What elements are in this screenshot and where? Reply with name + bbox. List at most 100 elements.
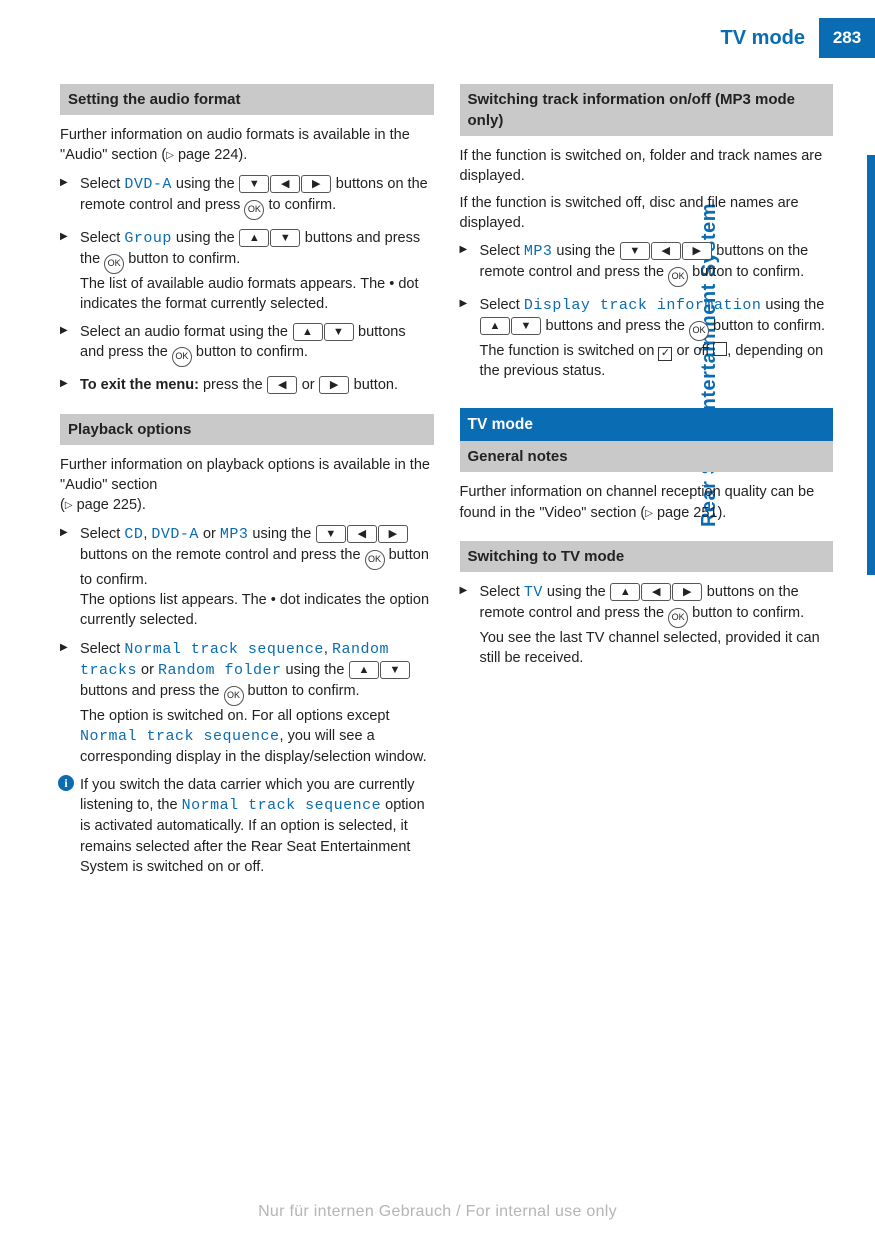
right-icon: ▶: [378, 525, 408, 543]
text: button.: [350, 377, 398, 393]
step-item: Select TV using the ▲◀▶ buttons on the r…: [460, 582, 834, 669]
step-list: Select CD, DVD-A or MP3 using the ▼◀▶ bu…: [60, 524, 434, 878]
info-item: If you switch the data carrier which you…: [60, 775, 434, 877]
text: The option is switched on. For all optio…: [80, 708, 390, 724]
text: buttons on the remote control and press …: [80, 547, 365, 563]
right-icon: ▶: [319, 376, 349, 394]
menu-term: MP3: [524, 243, 553, 260]
side-tab-bar: [867, 155, 875, 575]
menu-term: CD: [124, 526, 143, 543]
text: The options list appears. The: [80, 592, 271, 608]
menu-term: MP3: [220, 526, 249, 543]
right-icon: ▶: [672, 583, 702, 601]
ok-icon: OK: [668, 267, 688, 287]
left-icon: ◀: [347, 525, 377, 543]
heading-switch-tv: Switching to TV mode: [460, 541, 834, 572]
paragraph: If the function is switched on, folder a…: [460, 146, 834, 187]
paragraph: If the function is switched off, disc an…: [460, 193, 834, 234]
text: Select: [80, 176, 124, 192]
text: Select: [80, 230, 124, 246]
content-columns: Setting the audio format Further informa…: [60, 80, 833, 885]
down-icon: ▼: [316, 525, 346, 543]
text: button to confirm.: [192, 344, 308, 360]
menu-term: TV: [524, 584, 543, 601]
step-item: Select CD, DVD-A or MP3 using the ▼◀▶ bu…: [60, 524, 434, 631]
paragraph: Further information on channel reception…: [460, 482, 834, 523]
text: button to confirm.: [688, 264, 804, 280]
text: or: [199, 526, 220, 542]
text: or: [137, 662, 158, 678]
ok-icon: OK: [668, 608, 688, 628]
text-bold: To exit the menu:: [80, 377, 199, 393]
down-icon: ▼: [324, 323, 354, 341]
heading-track-info: Switching track information on/off (MP3 …: [460, 84, 834, 136]
step-list: Select TV using the ▲◀▶ buttons on the r…: [460, 582, 834, 669]
text: using the: [552, 243, 619, 259]
text: buttons and press the: [542, 318, 690, 334]
text: Select an audio format using the: [80, 324, 292, 340]
left-icon: ◀: [641, 583, 671, 601]
text: Select: [80, 641, 124, 657]
up-icon: ▲: [480, 317, 510, 335]
text: or: [298, 377, 319, 393]
text: You see the last TV channel selected, pr…: [480, 630, 820, 666]
step-item: Select Group using the ▲▼ buttons and pr…: [60, 228, 434, 315]
text: button to confirm.: [124, 251, 240, 267]
ok-icon: OK: [689, 321, 709, 341]
text: The list of available audio formats appe…: [80, 276, 389, 292]
heading-tv-mode: TV mode: [460, 408, 834, 442]
watermark-text: Nur für internen Gebrauch / For internal…: [0, 1201, 875, 1223]
text: button to confirm.: [688, 605, 804, 621]
text: using the: [172, 176, 239, 192]
text: buttons and press the: [80, 683, 224, 699]
down-icon: ▼: [239, 175, 269, 193]
text: using the: [248, 526, 315, 542]
right-icon: ▶: [682, 242, 712, 260]
page-ref-icon: [65, 497, 73, 513]
text: using the: [761, 297, 824, 313]
step-item: Select Normal track sequence, Random tra…: [60, 639, 434, 768]
text: The function is switched on: [480, 343, 659, 359]
menu-term: Random folder: [158, 662, 282, 679]
header-title: TV mode: [721, 18, 819, 58]
ok-icon: OK: [104, 254, 124, 274]
ok-icon: OK: [365, 550, 385, 570]
left-icon: ◀: [267, 376, 297, 394]
text: Select: [480, 584, 524, 600]
text: button to confirm.: [244, 683, 360, 699]
text: using the: [543, 584, 610, 600]
page-number: 283: [819, 18, 875, 58]
menu-term: Normal track sequence: [182, 797, 382, 814]
step-item: To exit the menu: press the ◀ or ▶ butto…: [60, 375, 434, 395]
left-column: Setting the audio format Further informa…: [60, 80, 434, 885]
up-icon: ▲: [610, 583, 640, 601]
text: Further information on channel reception…: [460, 484, 815, 520]
text: using the: [172, 230, 239, 246]
checkbox-unchecked-icon: [713, 342, 727, 356]
step-item: Select MP3 using the ▼◀▶ buttons on the …: [460, 241, 834, 287]
right-icon: ▶: [301, 175, 331, 193]
step-item: Select Display track information using t…: [460, 295, 834, 382]
text: Select: [80, 526, 124, 542]
left-icon: ◀: [270, 175, 300, 193]
checkbox-checked-icon: ✓: [658, 347, 672, 361]
ok-icon: OK: [244, 200, 264, 220]
up-icon: ▲: [349, 661, 379, 679]
left-icon: ◀: [651, 242, 681, 260]
up-icon: ▲: [293, 323, 323, 341]
header-bar: TV mode 283: [721, 18, 875, 58]
down-icon: ▼: [511, 317, 541, 335]
menu-term: DVD-A: [124, 176, 172, 193]
step-list: Select DVD-A using the ▼◀▶ buttons on th…: [60, 174, 434, 396]
down-icon: ▼: [620, 242, 650, 260]
right-column: Switching track information on/off (MP3 …: [460, 80, 834, 885]
step-item: Select an audio format using the ▲▼ butt…: [60, 322, 434, 367]
text: button to confirm.: [709, 318, 825, 334]
menu-term: Group: [124, 230, 172, 247]
text: or off: [672, 343, 713, 359]
menu-term: DVD-A: [151, 526, 199, 543]
menu-term: Normal track sequence: [80, 728, 280, 745]
page-ref-icon: [645, 505, 653, 521]
page-ref-icon: [166, 147, 174, 163]
heading-audio-format: Setting the audio format: [60, 84, 434, 115]
